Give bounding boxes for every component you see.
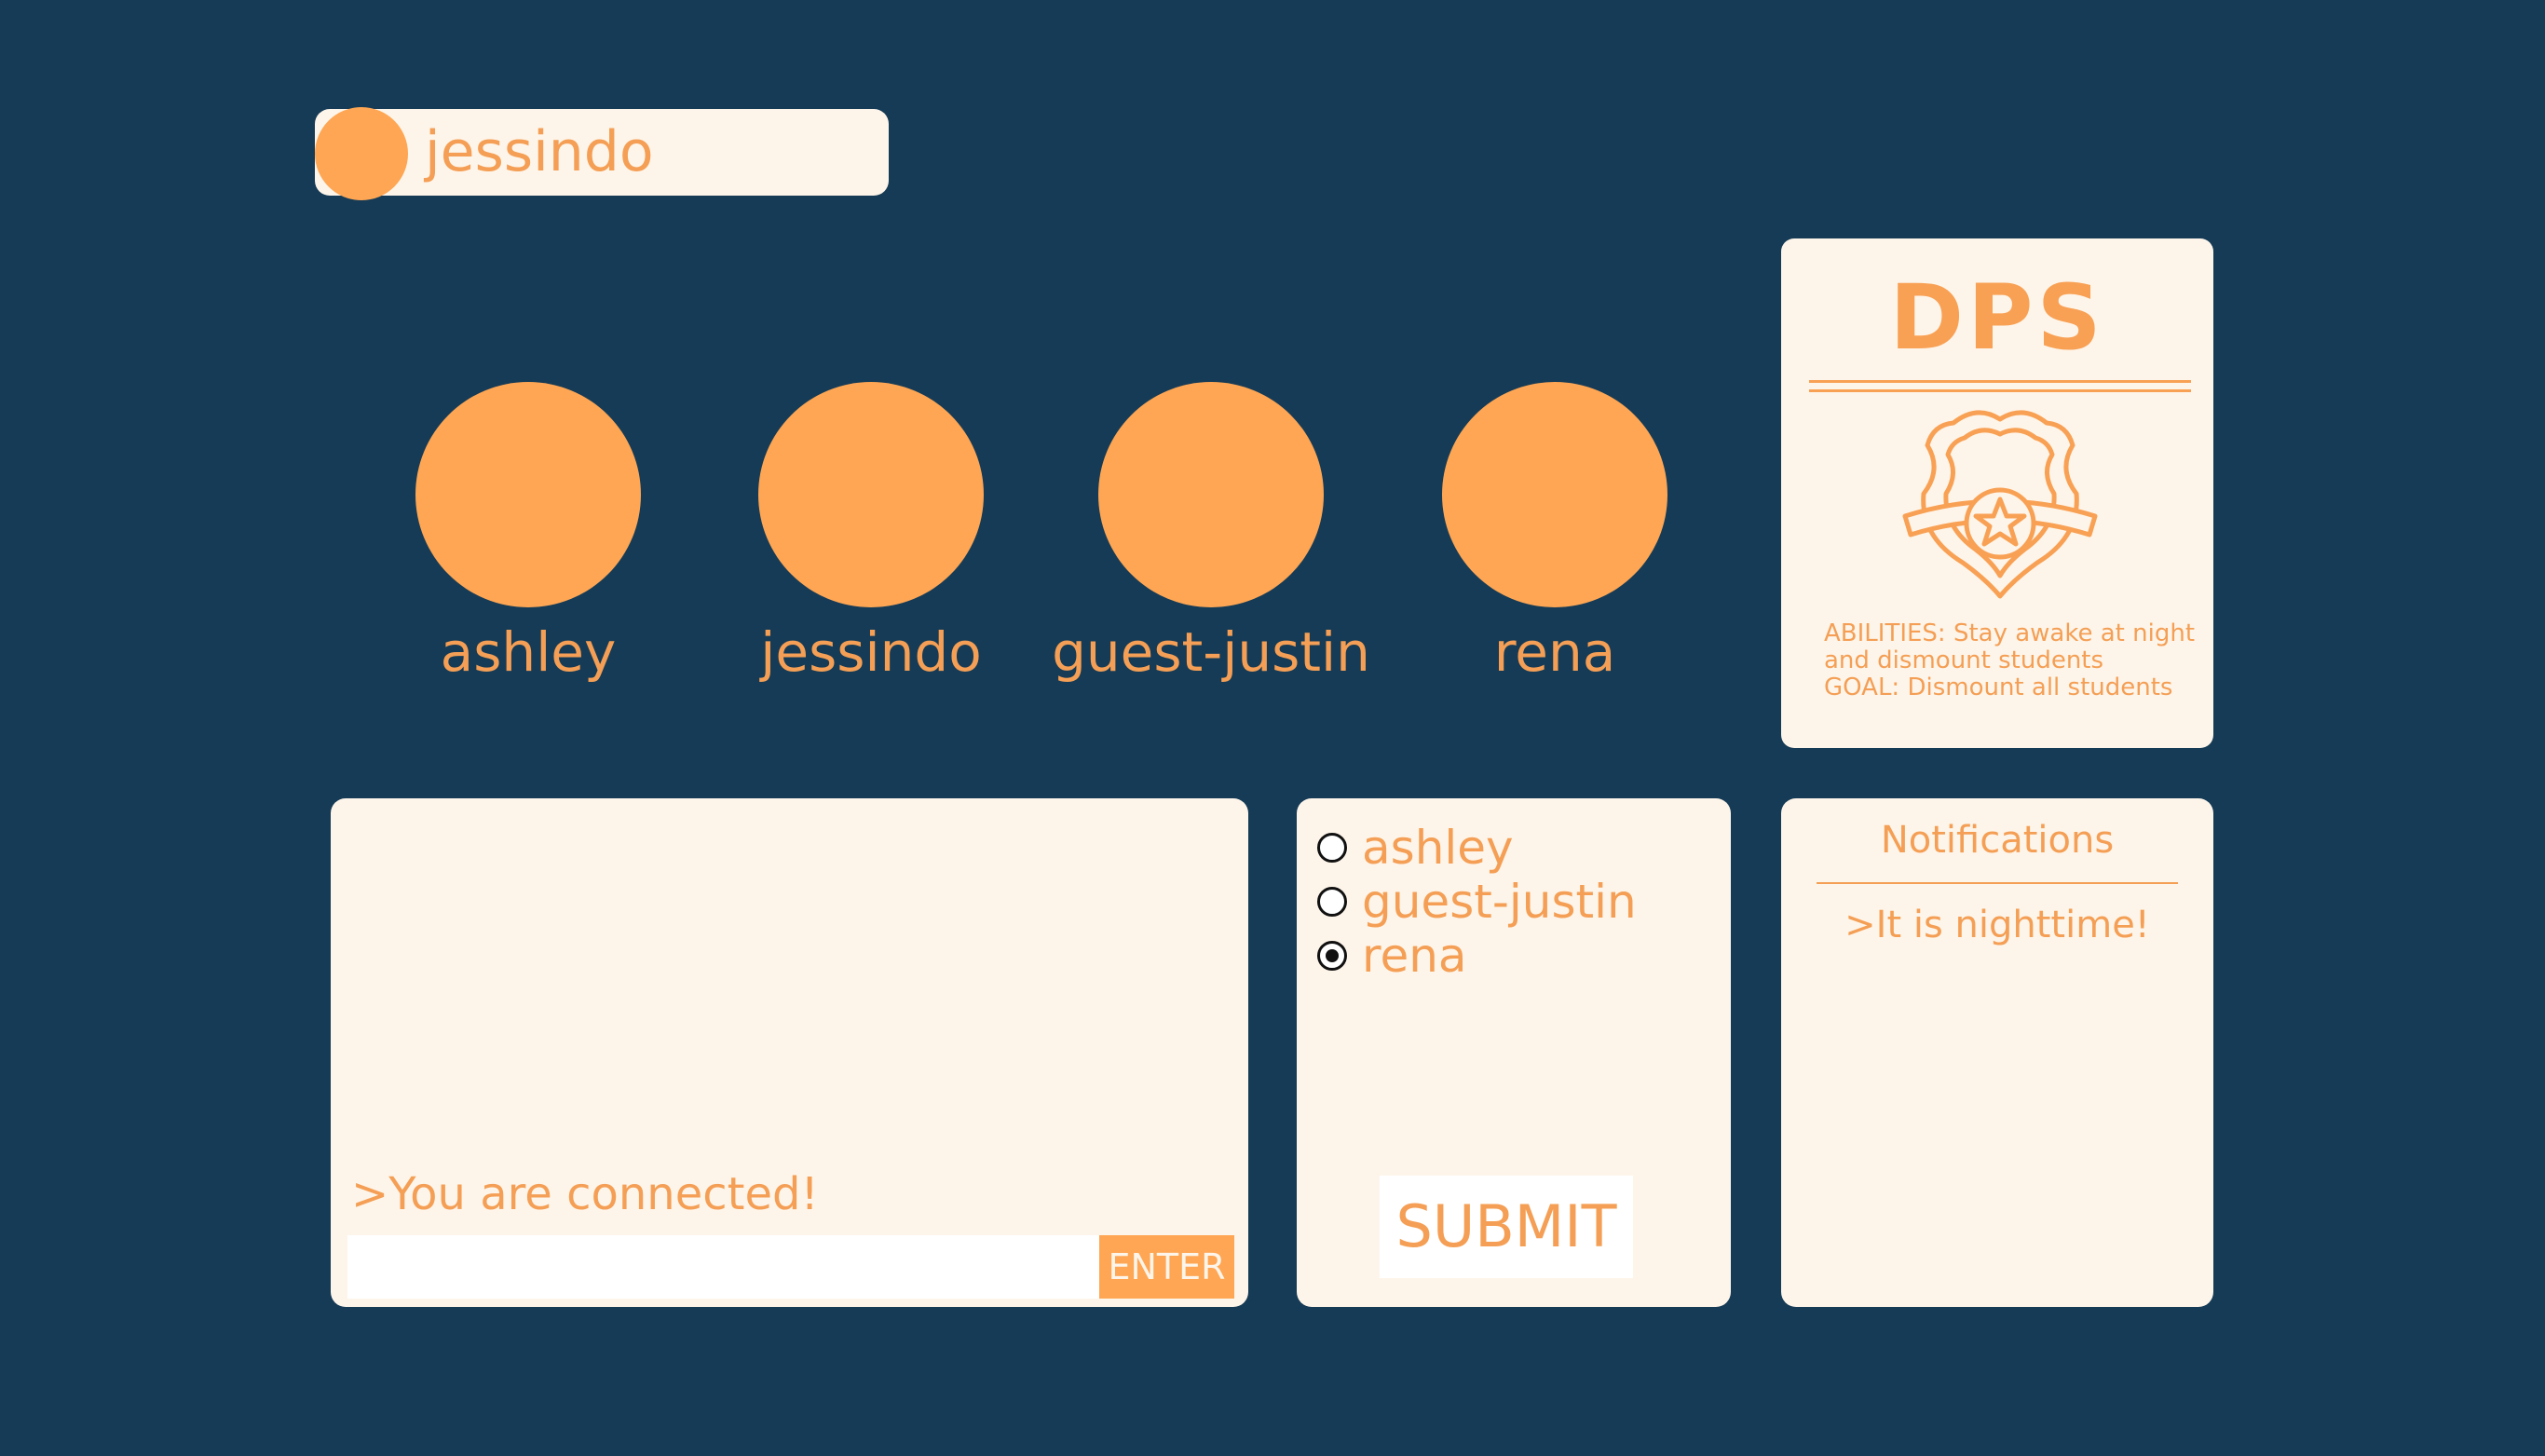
submit-button[interactable]: SUBMIT bbox=[1380, 1176, 1633, 1278]
notifications-title: Notifications bbox=[1880, 819, 2115, 862]
vote-panel: ashley guest-justin rena SUBMIT bbox=[1297, 798, 1731, 1307]
vote-option-label: rena bbox=[1362, 929, 1467, 983]
chat-input[interactable] bbox=[347, 1235, 1102, 1299]
player-rena: rena bbox=[1378, 382, 1732, 689]
enter-button[interactable]: ENTER bbox=[1099, 1235, 1234, 1299]
player-name: jessindo bbox=[760, 620, 982, 684]
role-title: DPS bbox=[1889, 265, 2105, 370]
vote-option-label: guest-justin bbox=[1362, 875, 1637, 929]
player-name: ashley bbox=[440, 620, 617, 684]
player-name: rena bbox=[1493, 620, 1616, 684]
vote-option-label: ashley bbox=[1362, 821, 1514, 875]
role-goal: GOAL: Dismount all students bbox=[1824, 674, 2173, 701]
role-abilities-line1: ABILITIES: Stay awake at night bbox=[1824, 619, 2196, 647]
player-name: guest-justin bbox=[1052, 620, 1370, 684]
chat-panel: >You are connected! ENTER bbox=[331, 798, 1248, 1307]
player-ashley: ashley bbox=[351, 382, 705, 689]
role-card: DPS ABILITIES: Stay awake at night and d… bbox=[1781, 238, 2213, 748]
current-user-name: jessindo bbox=[425, 119, 654, 184]
radio-button-selected[interactable] bbox=[1317, 941, 1347, 971]
notifications-divider bbox=[1817, 882, 2178, 884]
current-user-avatar bbox=[315, 107, 408, 200]
role-divider-top bbox=[1809, 380, 2191, 383]
radio-button[interactable] bbox=[1317, 833, 1347, 863]
vote-option-rena[interactable]: rena bbox=[1317, 929, 1467, 983]
notification-item: >It is nighttime! bbox=[1844, 904, 2150, 946]
vote-option-guest-justin[interactable]: guest-justin bbox=[1317, 875, 1637, 929]
player-avatar bbox=[1442, 382, 1667, 607]
role-description: ABILITIES: Stay awake at night and dismo… bbox=[1824, 620, 2206, 701]
chat-message: >You are connected! bbox=[351, 1168, 819, 1220]
vote-option-ashley[interactable]: ashley bbox=[1317, 821, 1514, 875]
police-badge-icon bbox=[1898, 397, 2103, 611]
player-jessindo: jessindo bbox=[694, 382, 1048, 689]
current-user-pill: jessindo bbox=[315, 107, 889, 200]
player-avatar bbox=[758, 382, 984, 607]
player-avatar bbox=[1098, 382, 1324, 607]
notifications-panel: Notifications >It is nighttime! bbox=[1781, 798, 2213, 1307]
radio-button[interactable] bbox=[1317, 887, 1347, 917]
player-guest-justin: guest-justin bbox=[1034, 382, 1388, 689]
player-avatar bbox=[415, 382, 641, 607]
game-screen: jessindo ashley jessindo guest-justin re… bbox=[0, 0, 2545, 1456]
role-divider-bottom bbox=[1809, 389, 2191, 392]
role-abilities-line2: and dismount students bbox=[1824, 646, 2104, 674]
